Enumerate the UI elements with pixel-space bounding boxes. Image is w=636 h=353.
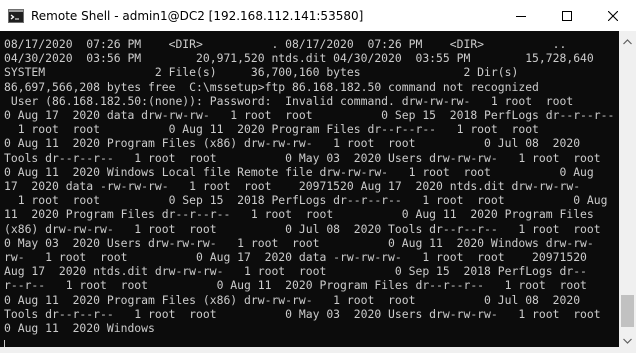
console-line: 1 root root 0 Aug 11 2020 Program Files …: [4, 122, 539, 137]
scroll-down-button[interactable]: [619, 330, 636, 347]
console-line: 0 May 03 2020 Users drw-rw-rw- 1 root ro…: [4, 235, 594, 250]
window-controls: [498, 0, 636, 31]
scroll-up-button[interactable]: [619, 31, 636, 48]
console-output[interactable]: 08/17/2020 07:26 PM <DIR> . 08/17/2020 0…: [0, 31, 619, 347]
console-line: 04/30/2020 03:56 PM 20,971,520 ntds.dit …: [4, 51, 594, 66]
chevron-up-icon: [623, 30, 632, 49]
console-line: 1 root root 0 Sep 15 2018 PerfLogs dr--r…: [4, 193, 608, 208]
vertical-scrollbar[interactable]: [619, 31, 636, 347]
console-app-icon: [8, 8, 24, 24]
console-line: 0 Aug 17 2020 data drw-rw-rw- 1 root roo…: [4, 108, 615, 123]
remote-shell-window: Remote Shell - admin1@DC2 [192.168.112.1…: [0, 0, 636, 353]
console-line: SYSTEM 2 File(s) 36,700,160 bytes 2 Dir(…: [4, 65, 519, 80]
minimize-button[interactable]: [498, 0, 544, 31]
console-line: Tools dr--r--r-- 1 root root 0 May 03 20…: [4, 306, 601, 321]
console-line: 0 Aug 11 2020 Windows: [4, 321, 155, 336]
console-line: 0 Aug 11 2020 Windows Local file Remote …: [4, 164, 594, 179]
chevron-down-icon: [623, 329, 632, 348]
close-button[interactable]: [590, 0, 636, 31]
console-line: Aug 17 2020 ntds.dit drw-rw-rw- 1 root r…: [4, 264, 587, 279]
minimize-icon: [516, 6, 526, 25]
console-line: 86,697,566,208 bytes free C:\mssetup>ftp…: [4, 79, 539, 94]
console-line: User (86.168.182.50:(none)): Password: I…: [4, 93, 574, 108]
text-cursor: [4, 340, 5, 347]
window-bottom-border: [0, 347, 636, 353]
console-line: 0 Aug 11 2020 Program Files (x86) drw-rw…: [4, 136, 581, 151]
maximize-icon: [562, 6, 572, 25]
console-line: 11 2020 Program Files dr--r--r-- 1 root …: [4, 207, 594, 222]
console-line: 0 Aug 11 2020 Program Files (x86) drw-rw…: [4, 292, 581, 307]
console-line: r--r-- 1 root root 0 Aug 11 2020 Program…: [4, 278, 587, 293]
console-line: (x86) drw-rw-rw- 1 root root 0 Jul 08 20…: [4, 221, 601, 236]
window-title: Remote Shell - admin1@DC2 [192.168.112.1…: [31, 8, 364, 23]
console-line: rw- 1 root root 0 Aug 17 2020 data -rw-r…: [4, 250, 587, 265]
close-icon: [607, 6, 619, 25]
scrollbar-thumb[interactable]: [621, 295, 634, 327]
console-line: Tools dr--r--r-- 1 root root 0 May 03 20…: [4, 150, 601, 165]
title-bar[interactable]: Remote Shell - admin1@DC2 [192.168.112.1…: [0, 0, 636, 31]
console-line: 17 2020 data -rw-rw-rw- 1 root root 2097…: [4, 179, 581, 194]
maximize-button[interactable]: [544, 0, 590, 31]
console-line: 08/17/2020 07:26 PM <DIR> . 08/17/2020 0…: [4, 37, 567, 51]
console-text: 08/17/2020 07:26 PM <DIR> . 08/17/2020 0…: [0, 31, 619, 335]
